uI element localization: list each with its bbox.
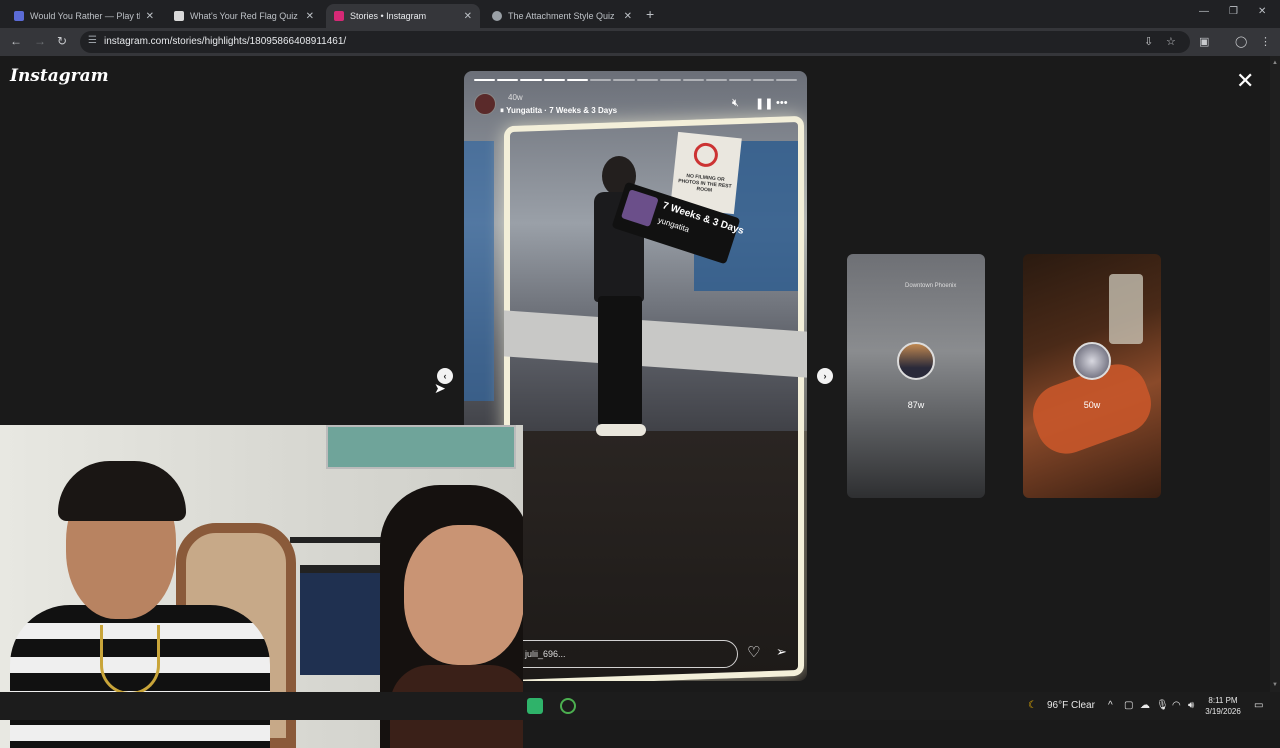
progress-segment [543,79,565,81]
side-panel-icon[interactable]: ▣ [1199,35,1209,48]
forward-icon[interactable]: → [34,34,46,48]
music-icon: ⏸ [500,106,504,115]
progress-segment [497,79,519,81]
close-tab-icon[interactable]: ✕ [624,11,632,22]
progress-segment [566,79,589,81]
like-heart-icon[interactable]: ♡ [747,643,760,661]
progress-segment [659,79,681,81]
back-icon[interactable]: ← [10,34,22,48]
minimize-icon[interactable]: — [1199,6,1209,17]
taskbar-app-icon[interactable] [527,698,543,714]
menu-kebab-icon[interactable]: ⋮ [1260,35,1271,48]
clock-date: 3/19/2026 [1205,707,1241,716]
close-tab-icon[interactable]: ✕ [306,11,314,22]
tab-title: What's Your Red Flag Quiz - wi [190,11,300,21]
close-window-icon[interactable]: ✕ [1258,6,1266,17]
preview-age: 50w [1083,400,1101,410]
progress-segment [706,79,728,81]
story-age: 40w [508,93,523,102]
cloud-icon[interactable]: ☁ [1140,700,1150,711]
tab-title: The Attachment Style Quiz [508,11,615,21]
clock-time: 8:11 PM [1208,696,1238,705]
new-tab-icon[interactable]: + [646,6,654,22]
progress-segment [613,79,635,81]
windows-taskbar: ☾ 96°F Clear ^ ▢ ☁ 🎙︎ ◠ 🔊︎ 8:11 PM 3/19/… [0,692,1280,720]
instagram-logo[interactable]: Instagram [10,66,109,86]
browser-toolbar: ← → ↻ ☰ instagram.com/stories/highlights… [0,28,1280,56]
next-story-preview[interactable]: Downtown Phoenix 87w [847,254,985,498]
restore-icon[interactable]: ❐ [1229,6,1238,17]
story-author-avatar[interactable] [474,93,496,115]
microphone-icon[interactable]: 🎙︎ [1156,700,1169,711]
preview-avatar [1073,342,1111,380]
webcam-chain [100,625,160,695]
reply-input[interactable]: julii_696... [504,640,738,668]
send-icon[interactable]: ➢ [776,644,787,660]
progress-segment [729,79,751,81]
tray-chevron-icon[interactable]: ^ [1108,700,1113,711]
webcam-window [326,425,516,469]
story-music-line[interactable]: ⏸ Yungatita · 7 Weeks & 3 Days [500,106,617,116]
wifi-icon[interactable]: ◠ [1172,700,1181,711]
weather-text[interactable]: 96°F Clear [1047,700,1095,711]
bookmark-star-icon[interactable]: ☆ [1166,35,1176,48]
instagram-story-page: Instagram ✕ NO FILMING OR PHOTOS IN THE … [0,56,1270,748]
progress-segment [520,79,542,81]
location-sticker: Downtown Phoenix [905,283,957,289]
preview-avatar [897,342,935,380]
notifications-icon[interactable]: ▭ [1254,700,1263,711]
mouse-cursor-icon: ➤ [434,380,446,396]
profile-icon[interactable]: ◯ [1235,35,1247,48]
scroll-down-icon[interactable]: ▼ [1272,682,1278,688]
story-music-text: Yungatita · 7 Weeks & 3 Days [506,106,618,115]
moon-weather-icon: ☾ [1028,700,1037,711]
tab-instagram-stories[interactable]: Stories • Instagram ✕ [326,4,480,28]
tab-favicon-icon [334,11,344,21]
mute-icon[interactable]: 🔇︎ [732,97,739,110]
page-scrollbar[interactable]: ▲ ▼ [1270,56,1280,692]
tab-attachment-style-quiz[interactable]: The Attachment Style Quiz ✕ [484,4,640,28]
pause-icon[interactable]: ❚❚ [755,97,773,110]
tab-strip: Would You Rather — Play the C ✕ What's Y… [0,0,1280,28]
close-tab-icon[interactable]: ✕ [146,11,154,22]
tab-favicon-icon [174,11,184,21]
close-story-icon[interactable]: ✕ [1236,70,1254,92]
album-art [620,189,659,227]
progress-segment [474,79,496,81]
webcam-person-right-face [404,525,523,665]
progress-segment [752,79,774,81]
reload-icon[interactable]: ↻ [57,34,67,48]
story-photo-lockers-left [464,141,494,401]
tab-would-you-rather[interactable]: Would You Rather — Play the C ✕ [6,4,162,28]
progress-segment [775,79,798,81]
url-text: instagram.com/stories/highlights/1809586… [104,36,347,47]
site-info-icon[interactable]: ☰ [88,35,97,46]
next-story-button[interactable]: › [817,368,833,384]
close-tab-icon[interactable]: ✕ [464,11,472,22]
next-story-preview-2[interactable]: 50w [1023,254,1161,498]
tab-favicon-icon [14,11,24,21]
progress-segment [590,79,612,81]
taskbar-chrome-icon[interactable] [560,698,576,714]
progress-segment [682,79,705,81]
address-bar[interactable]: ☰ instagram.com/stories/highlights/18095… [80,31,1190,53]
sign-text: NO FILMING OR PHOTOS IN THE REST ROOM [677,172,732,194]
tab-title: Would You Rather — Play the C [30,11,140,21]
no-camera-icon [692,141,720,169]
progress-segment [636,79,658,81]
tab-title: Stories • Instagram [350,11,427,21]
tab-red-flag-quiz[interactable]: What's Your Red Flag Quiz - wi ✕ [166,4,322,28]
tab-favicon-icon [492,11,502,21]
preview-age: 87w [907,400,925,410]
reply-placeholder: julii_696... [525,649,566,659]
tray-app-icon[interactable]: ▢ [1124,700,1133,711]
more-options-icon[interactable]: ••• [776,97,788,109]
install-app-icon[interactable]: ⇩ [1144,35,1153,48]
preview-photo-drink [1109,274,1143,344]
volume-icon[interactable]: 🔊︎ [1188,700,1194,711]
system-clock[interactable]: 8:11 PM 3/19/2026 [1200,695,1246,717]
story-progress-bar [474,79,798,81]
scroll-up-icon[interactable]: ▲ [1272,60,1278,66]
